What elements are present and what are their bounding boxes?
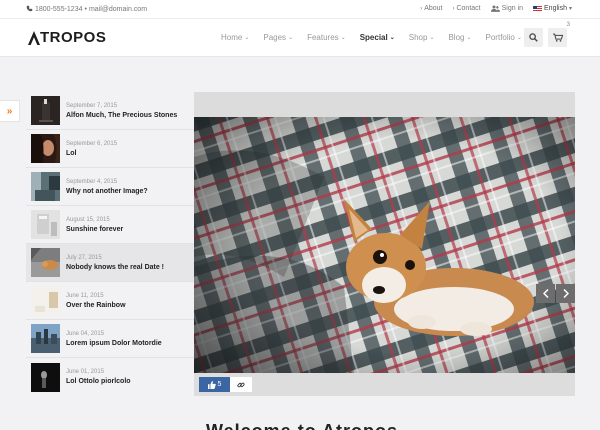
post-thumbnail [31,248,60,277]
welcome-heading: Welcome to Atropos [206,421,398,430]
contact-separator: • [84,6,87,13]
previous-slide-button[interactable] [536,284,555,303]
search-button[interactable] [524,28,543,47]
chevron-down-icon: ⌄ [389,35,395,41]
post-thumbnail [31,134,60,163]
list-item[interactable]: September 6, 2015 Lol [26,130,194,168]
list-item[interactable]: August 15, 2015 Sunshine forever [26,206,194,244]
post-date: September 4, 2015 [66,178,118,185]
cart-button[interactable]: 3 [548,22,570,47]
nav-features[interactable]: Features ⌄ [307,33,346,42]
post-date: July 27, 2015 [66,254,102,261]
next-slide-button[interactable] [556,284,575,303]
phone-number[interactable]: 1800-555-1234 [35,6,83,13]
contact-link[interactable]: › Contact [452,5,480,12]
chevron-down-icon: ⌄ [288,35,294,41]
post-title[interactable]: Nobody knows the real Date ! [66,264,164,271]
post-title[interactable]: Sunshine forever [66,226,123,233]
about-label: About [424,5,443,12]
sidebar-toggle-button[interactable]: » [0,100,20,122]
post-thumbnail [31,286,60,315]
post-title[interactable]: Lol Ottolo piorlcolo [66,378,131,385]
nav-shop-label: Shop [408,33,428,42]
cart-count-badge: 3 [566,22,570,28]
post-date: June 01, 2015 [66,369,105,375]
flag-us-icon [533,5,543,12]
post-title[interactable]: Over the Rainbow [66,302,126,309]
list-item[interactable]: July 27, 2015 Nobody knows the real Date… [26,244,194,282]
post-date: September 7, 2015 [66,102,118,109]
like-button[interactable]: 5 [199,377,230,392]
post-title[interactable]: Why not another Image? [66,188,148,195]
signin-label: Sign in [501,5,524,12]
dog-on-blanket-image [194,117,575,373]
nav-pages[interactable]: Pages ⌄ [263,33,293,42]
thumbs-up-icon [207,380,216,389]
post-date: August 15, 2015 [66,216,110,223]
logo-a-icon [28,30,40,45]
list-item[interactable]: September 4, 2015 Why not another Image? [26,168,194,206]
chevron-right-icon: › [452,5,455,12]
language-label: English [544,5,567,12]
phone-icon [26,5,33,14]
like-count: 5 [217,381,222,388]
language-selector[interactable]: English ▾ [533,5,572,12]
nav-pages-label: Pages [263,33,287,42]
nav-home-label: Home [221,33,243,42]
chevron-left-icon [542,289,549,298]
chevron-right-icon [562,289,569,298]
link-icon [237,382,245,387]
main-header: TROPOS Home ⌄ Pages ⌄ Features ⌄ Special… [0,19,600,57]
chevron-right-icon: › [420,5,423,12]
nav-special-label: Special [359,33,388,42]
chevron-down-icon: ⌄ [244,35,250,41]
post-thumbnail [31,96,60,125]
post-date: September 6, 2015 [66,140,118,147]
signin-link[interactable]: Sign in [490,5,524,12]
list-item[interactable]: September 7, 2015 Alfon Much, The Precio… [26,92,194,130]
contact-label: Contact [456,5,481,12]
top-bar: 1800-555-1234 • mail@domain.com › About … [0,0,600,19]
site-logo[interactable]: TROPOS [28,29,106,46]
main-nav: Home ⌄ Pages ⌄ Features ⌄ Special ⌄ Shop… [221,33,536,42]
nav-features-label: Features [307,33,339,42]
post-title[interactable]: Lol [66,150,117,157]
featured-post-footer: 5 [194,373,575,396]
post-title[interactable]: Alfon Much, The Precious Stones [66,112,177,119]
nav-portfolio[interactable]: Portfolio ⌄ [486,33,522,42]
chevron-down-icon: ⌄ [340,35,346,41]
post-date: June 04, 2015 [66,330,105,337]
post-thumbnail [31,362,60,392]
post-list: September 7, 2015 Alfon Much, The Precio… [26,92,194,396]
users-icon [490,5,500,12]
post-date: June 11, 2015 [66,292,104,299]
about-link[interactable]: › About [420,5,442,12]
nav-portfolio-label: Portfolio [485,33,515,42]
post-title[interactable]: Lorem ipsum Dolor Motordie [66,340,162,347]
permalink-button[interactable] [230,377,252,392]
featured-post-panel: 5 [194,92,575,396]
nav-blog[interactable]: Blog ⌄ [448,33,471,42]
list-item[interactable]: June 11, 2015 Over the Rainbow [26,282,194,320]
nav-blog-label: Blog [448,33,465,42]
post-thumbnail [31,324,60,353]
cart-icon [552,33,563,42]
nav-shop[interactable]: Shop ⌄ [409,33,435,42]
list-item[interactable]: June 01, 2015 Lol Ottolo piorlcolo [26,358,194,396]
email-address[interactable]: mail@domain.com [89,6,147,13]
contact-info: 1800-555-1234 • mail@domain.com [26,5,147,14]
list-item[interactable]: June 04, 2015 Lorem ipsum Dolor Motordie [26,320,194,358]
caret-down-icon: ▾ [568,6,572,12]
search-icon [529,33,538,42]
nav-special[interactable]: Special ⌄ [360,33,395,42]
chevron-down-icon: ⌄ [429,35,435,41]
double-chevron-right-icon: » [6,105,13,117]
chevron-down-icon: ⌄ [516,35,522,41]
nav-home[interactable]: Home ⌄ [221,33,249,42]
chevron-down-icon: ⌄ [466,35,472,41]
post-thumbnail [31,172,60,201]
logo-text: TROPOS [40,29,107,46]
featured-image[interactable] [194,117,575,373]
post-thumbnail [31,210,60,239]
